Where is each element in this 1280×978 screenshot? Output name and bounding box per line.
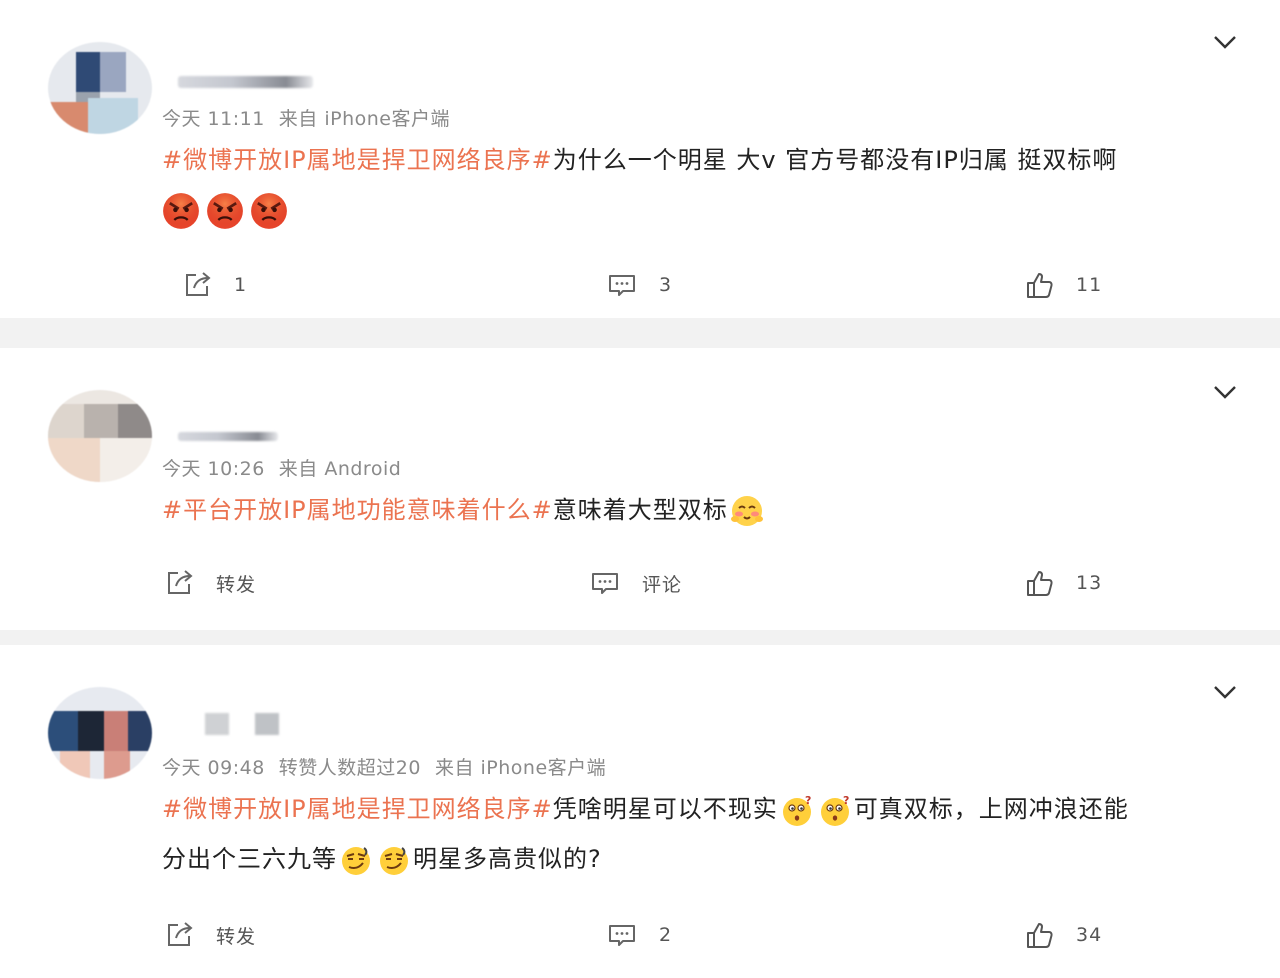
forward-label: 转发 xyxy=(216,925,257,948)
comment-button[interactable]: 3 xyxy=(605,265,672,305)
username-blurred[interactable] xyxy=(205,713,229,735)
smirk-face-emoji-icon xyxy=(377,843,411,877)
share-square-icon xyxy=(180,268,214,302)
forward-button[interactable]: 1 xyxy=(180,265,247,305)
like-button[interactable]: 13 xyxy=(1022,563,1102,603)
post-text: 意味着大型双标 xyxy=(552,496,728,524)
post-content: #微博开放IP属地是捍卫网络良序#凭啥明星可以不现实 可真双标，上网冲浪还能 xyxy=(162,785,1129,833)
post-card: 今天 11:11 来自 iPhone客户端 #微博开放IP属地是捍卫网络良序#为什… xyxy=(0,0,1280,318)
post-time: 今天 09:48 xyxy=(162,757,265,779)
post-text: 可真双标，上网冲浪还能 xyxy=(853,795,1129,823)
smirk-face-emoji-icon xyxy=(339,843,373,877)
post-card: 今天 10:26 来自 Android #平台开放IP属地功能意味着什么#意味着大… xyxy=(0,348,1280,630)
post-text: 为什么一个明星 大v 官方号都没有IP归属 挺双标啊 xyxy=(552,146,1118,174)
thumbs-up-icon xyxy=(1022,268,1056,302)
post-content: #平台开放IP属地功能意味着什么#意味着大型双标 xyxy=(162,486,766,534)
forward-button[interactable]: 转发 xyxy=(162,915,256,955)
post-source: 来自 iPhone客户端 xyxy=(278,108,450,130)
post-time: 今天 10:26 xyxy=(162,458,265,480)
post-meta: 今天 10:26 来自 Android xyxy=(162,454,415,481)
post-content: #微博开放IP属地是捍卫网络良序#为什么一个明星 大v 官方号都没有IP归属 挺… xyxy=(162,136,1117,184)
thinking-face-emoji-icon xyxy=(780,793,814,827)
forward-label: 转发 xyxy=(216,573,257,596)
avatar[interactable] xyxy=(48,687,152,779)
share-square-icon xyxy=(162,918,196,952)
emoji-row xyxy=(160,192,290,230)
comment-count: 2 xyxy=(659,924,673,946)
comment-bubble-icon xyxy=(605,918,639,952)
like-button[interactable]: 34 xyxy=(1022,915,1102,955)
post-source: 来自 iPhone客户端 xyxy=(434,757,607,779)
post-source: 来自 Android xyxy=(278,458,402,480)
comment-button[interactable]: 评论 xyxy=(588,563,682,603)
comment-bubble-icon xyxy=(605,268,639,302)
hashtag-link[interactable]: #微博开放IP属地是捍卫网络良序# xyxy=(162,146,553,174)
forward-count: 1 xyxy=(234,274,248,296)
hashtag-link[interactable]: #微博开放IP属地是捍卫网络良序# xyxy=(162,795,553,823)
like-count: 13 xyxy=(1076,572,1103,594)
hashtag-link[interactable]: #平台开放IP属地功能意味着什么# xyxy=(162,496,553,524)
action-bar: 转发 2 34 xyxy=(0,915,1280,955)
post-meta: 今天 09:48 转赞人数超过20 来自 iPhone客户端 xyxy=(162,753,620,780)
post-content-line2: 分出个三六九等 明星多高贵似的? xyxy=(162,835,602,883)
post-text: 分出个三六九等 xyxy=(162,845,337,873)
thumbs-up-icon xyxy=(1022,566,1056,600)
post-text: 凭啥明星可以不现实 xyxy=(552,795,778,823)
comment-label: 评论 xyxy=(642,573,683,596)
share-square-icon xyxy=(162,566,196,600)
avatar[interactable] xyxy=(48,390,152,482)
username-blurred[interactable] xyxy=(178,432,278,441)
post-text: 明星多高贵似的? xyxy=(413,845,602,873)
like-button[interactable]: 11 xyxy=(1022,265,1102,305)
angry-face-emoji-icon xyxy=(162,192,200,230)
username-blurred[interactable] xyxy=(255,713,279,735)
thinking-face-emoji-icon xyxy=(818,793,852,827)
username-blurred[interactable] xyxy=(178,76,313,88)
comment-count: 3 xyxy=(659,274,673,296)
angry-face-emoji-icon xyxy=(250,192,288,230)
forward-button[interactable]: 转发 xyxy=(162,563,256,603)
chevron-down-icon[interactable] xyxy=(1212,679,1238,705)
comment-button[interactable]: 2 xyxy=(605,915,672,955)
like-count: 34 xyxy=(1076,924,1103,946)
blushing-face-emoji-icon xyxy=(730,494,764,528)
thumbs-up-icon xyxy=(1022,918,1056,952)
angry-face-emoji-icon xyxy=(206,192,244,230)
comment-bubble-icon xyxy=(588,566,622,600)
post-time: 今天 11:11 xyxy=(162,108,265,130)
chevron-down-icon[interactable] xyxy=(1212,29,1238,55)
post-card: 今天 09:48 转赞人数超过20 来自 iPhone客户端 #微博开放IP属地是捍… xyxy=(0,645,1280,978)
action-bar: 转发 评论 13 xyxy=(0,563,1280,603)
post-meta: 今天 11:11 来自 iPhone客户端 xyxy=(162,104,464,131)
avatar[interactable] xyxy=(48,42,152,134)
action-bar: 1 3 11 xyxy=(0,265,1280,305)
like-count: 11 xyxy=(1076,274,1103,296)
post-extra: 转赞人数超过20 xyxy=(278,757,421,779)
chevron-down-icon[interactable] xyxy=(1212,379,1238,405)
